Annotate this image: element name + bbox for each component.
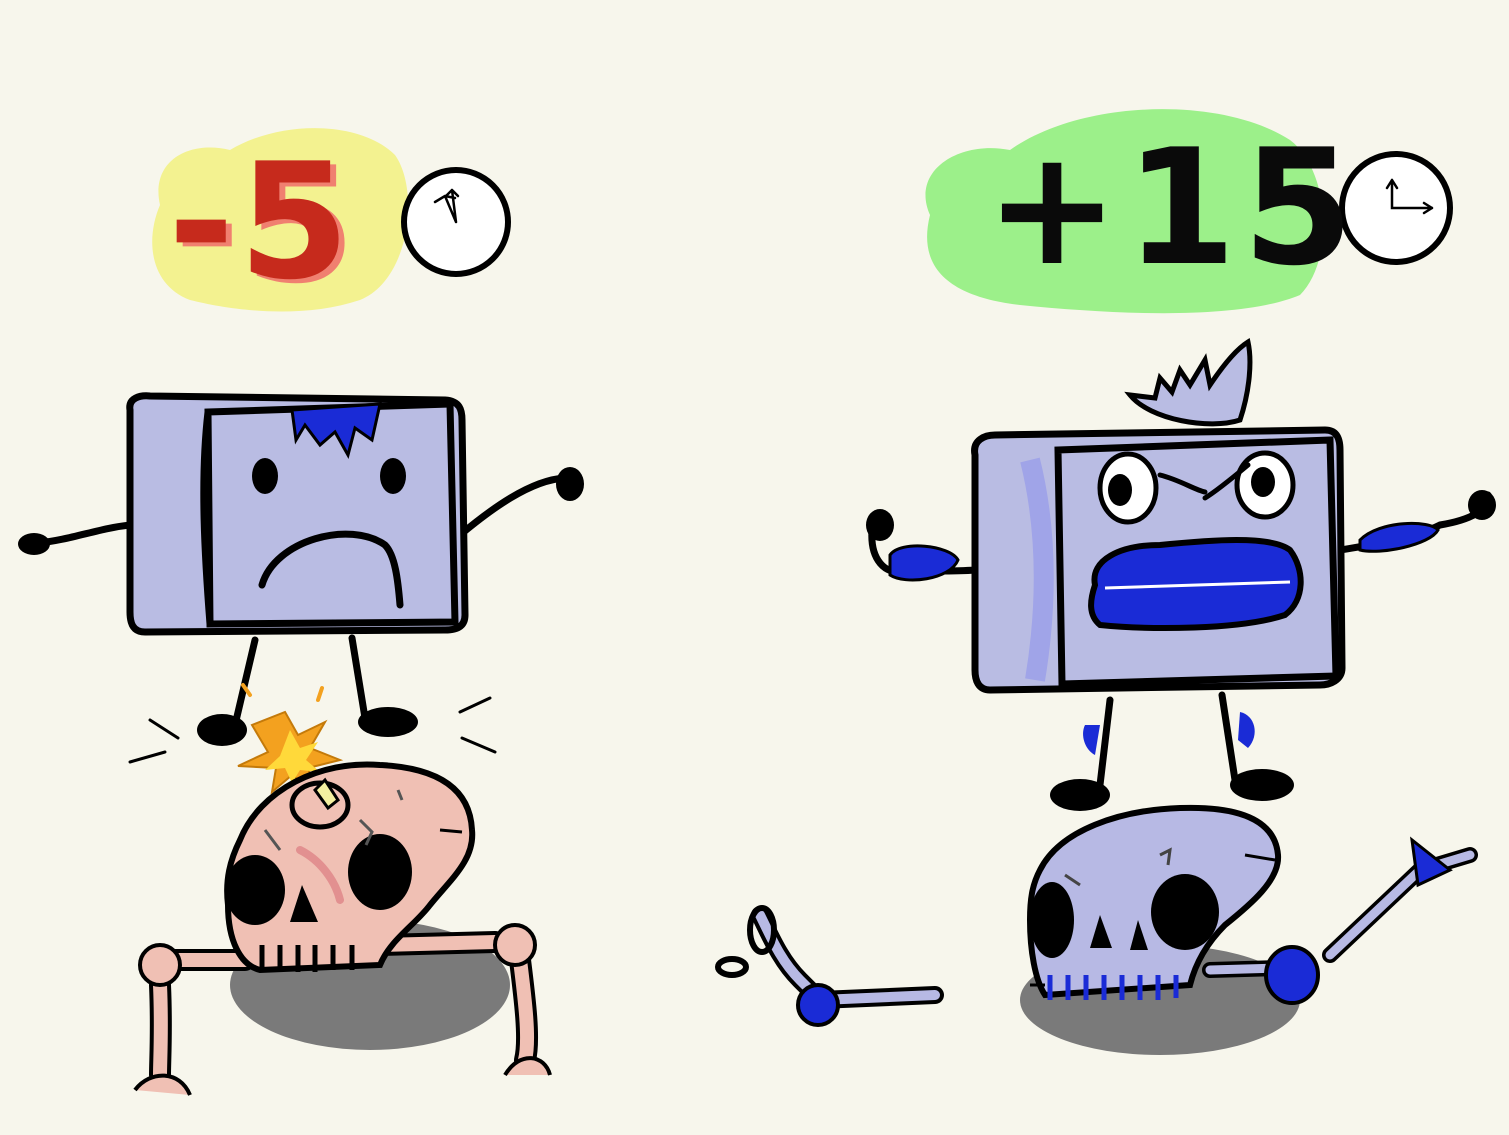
score-negative: -5 xyxy=(168,128,354,315)
score-positive: +15 xyxy=(985,114,1360,301)
sad-robot xyxy=(18,392,584,746)
angry-robot xyxy=(866,338,1496,811)
clock-icon-left xyxy=(401,167,511,277)
blue-skull xyxy=(715,804,1478,1055)
pink-skull xyxy=(133,761,552,1096)
